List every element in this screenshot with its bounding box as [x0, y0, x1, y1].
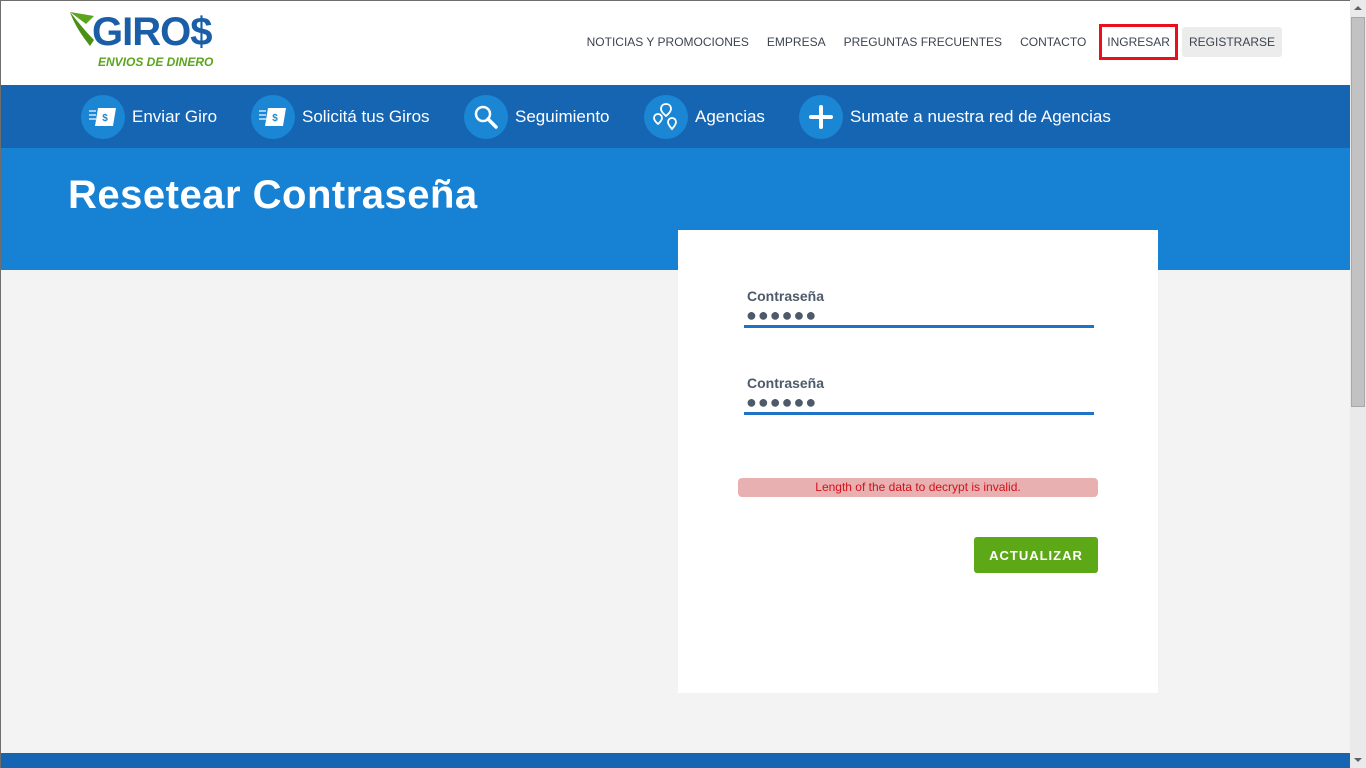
- service-enviar-giro-label: Enviar Giro: [132, 107, 218, 126]
- nav-registrarse[interactable]: REGISTRARSE: [1181, 27, 1282, 57]
- service-agencias[interactable]: Agencias: [644, 95, 765, 139]
- money-request-icon: $: [251, 95, 295, 139]
- service-seguimiento-label: Seguimiento: [515, 107, 610, 126]
- scroll-up-button[interactable]: [1350, 0, 1366, 16]
- search-icon: [464, 95, 508, 139]
- confirm-password-label: Contraseña: [747, 375, 825, 391]
- password-field-group: Contraseña: [744, 288, 1094, 328]
- service-sumate-red[interactable]: Sumate a nuestra red de Agencias: [799, 95, 1111, 139]
- brand-tagline: ENVIOS DE DINERO: [98, 55, 214, 69]
- money-transfer-icon: $: [81, 95, 125, 139]
- plus-icon: [799, 95, 843, 139]
- password-label: Contraseña: [747, 288, 825, 304]
- service-nav: $ Enviar Giro $ Solicitá tus Giros Segui…: [0, 85, 1350, 148]
- brand-logo[interactable]: GIRO$ ENVIOS DE DINERO: [68, 8, 228, 74]
- update-button[interactable]: ACTUALIZAR: [974, 537, 1098, 573]
- vertical-scrollbar[interactable]: [1350, 0, 1366, 768]
- confirm-password-input[interactable]: [744, 392, 1094, 415]
- error-message: Length of the data to decrypt is invalid…: [738, 478, 1098, 497]
- site-footer: [0, 753, 1350, 768]
- service-solicita-giros[interactable]: $ Solicitá tus Giros: [251, 95, 430, 139]
- nav-contacto[interactable]: CONTACTO: [1011, 28, 1095, 56]
- nav-empresa[interactable]: EMPRESA: [758, 28, 835, 56]
- service-seguimiento[interactable]: Seguimiento: [464, 95, 610, 139]
- nav-ingresar[interactable]: INGRESAR: [1099, 24, 1178, 60]
- map-pins-icon: [644, 95, 688, 139]
- nav-preguntas-frecuentes[interactable]: PREGUNTAS FRECUENTES: [835, 28, 1011, 56]
- nav-noticias-promociones[interactable]: NOTICIAS Y PROMOCIONES: [578, 28, 758, 56]
- page-title: Resetear Contraseña: [68, 173, 478, 217]
- service-sumate-red-label: Sumate a nuestra red de Agencias: [850, 107, 1111, 126]
- reset-password-card: Contraseña Contraseña Length of the data…: [678, 230, 1158, 693]
- arrow-down-icon: [1354, 758, 1362, 762]
- svg-text:$: $: [272, 113, 278, 124]
- scroll-down-button[interactable]: [1350, 752, 1366, 768]
- svg-text:$: $: [102, 113, 108, 124]
- brand-name: GIRO$: [92, 10, 212, 54]
- service-enviar-giro[interactable]: $ Enviar Giro: [81, 95, 217, 139]
- top-nav: NOTICIAS Y PROMOCIONES EMPRESA PREGUNTAS…: [578, 24, 1282, 60]
- service-solicita-giros-label: Solicitá tus Giros: [302, 107, 430, 126]
- confirm-password-field-group: Contraseña: [744, 375, 1094, 415]
- password-input[interactable]: [744, 305, 1094, 328]
- scrollbar-thumb[interactable]: [1351, 17, 1365, 407]
- service-agencias-label: Agencias: [695, 107, 765, 126]
- site-header: GIRO$ ENVIOS DE DINERO NOTICIAS Y PROMOC…: [0, 0, 1350, 85]
- arrow-up-icon: [1354, 6, 1362, 10]
